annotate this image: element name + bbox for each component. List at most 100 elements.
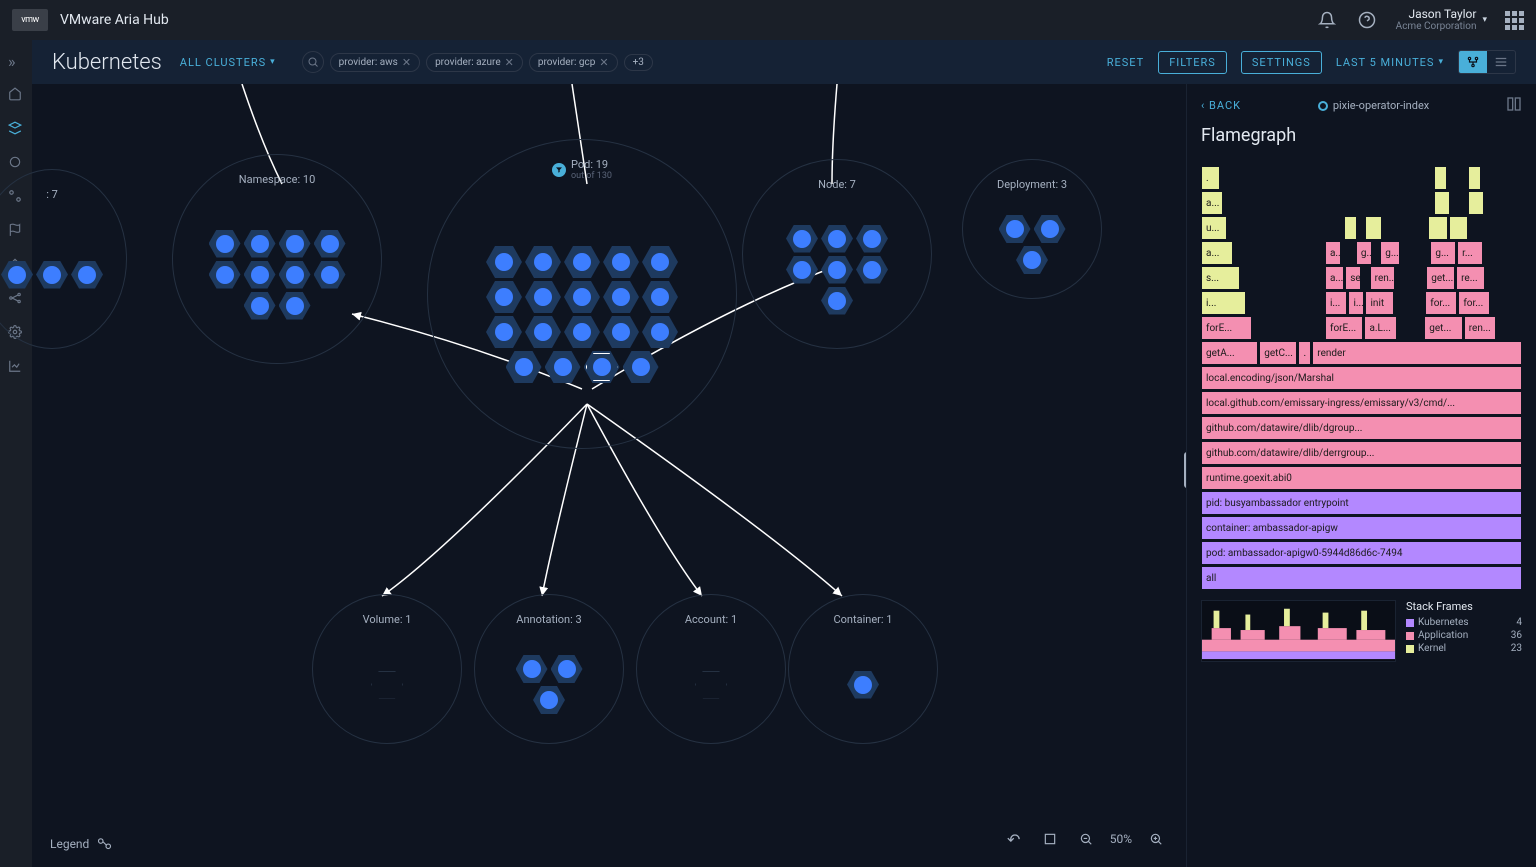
- flame-cell[interactable]: forE...: [1201, 316, 1252, 340]
- group-namespace[interactable]: Namespace: 10: [172, 154, 382, 364]
- flame-cell[interactable]: runtime.goexit.abi0: [1201, 466, 1522, 490]
- chevron-down-icon: ▾: [1482, 15, 1487, 25]
- flame-cell[interactable]: a...: [1201, 191, 1223, 215]
- flame-cell[interactable]: for...: [1458, 291, 1490, 315]
- user-menu[interactable]: Jason Taylor Acme Corporation ▾: [1396, 8, 1487, 32]
- filter-chip[interactable]: provider: aws✕: [330, 53, 420, 72]
- flame-cell[interactable]: g...: [1430, 241, 1456, 265]
- flame-cell[interactable]: g...: [1356, 241, 1372, 265]
- bell-icon[interactable]: [1316, 9, 1338, 31]
- filter-chip[interactable]: provider: azure✕: [426, 53, 523, 72]
- group-deployment[interactable]: Deployment: 3: [962, 159, 1102, 299]
- flame-cell[interactable]: i...: [1348, 291, 1364, 315]
- flame-cell[interactable]: u...: [1201, 216, 1227, 240]
- group-label: Pod: 19: [571, 158, 612, 171]
- close-icon[interactable]: ✕: [599, 56, 608, 69]
- flame-cell[interactable]: [1434, 191, 1450, 215]
- zoom-out-button[interactable]: [1074, 827, 1098, 851]
- group-label: Account: 1: [685, 613, 737, 626]
- filter-chip-more[interactable]: +3: [624, 54, 653, 71]
- group-annotation[interactable]: Annotation: 3: [474, 594, 624, 744]
- flame-cell[interactable]: se...: [1345, 266, 1361, 290]
- reset-button[interactable]: RESET: [1107, 56, 1144, 69]
- user-name: Jason Taylor: [1408, 8, 1476, 21]
- flame-cell[interactable]: g...: [1380, 241, 1399, 265]
- flame-cell[interactable]: ren...: [1370, 266, 1396, 290]
- zoom-in-button[interactable]: [1144, 827, 1168, 851]
- flame-cell[interactable]: a...: [1325, 241, 1341, 265]
- topology-canvas[interactable]: : 7 Namespace: 10 Pod: 19 out of 130: [32, 84, 1186, 867]
- fit-button[interactable]: [1038, 827, 1062, 851]
- close-icon[interactable]: ✕: [505, 56, 514, 69]
- flame-cell[interactable]: .: [1298, 341, 1311, 365]
- flame-cell[interactable]: ren...: [1464, 316, 1496, 340]
- flame-cell[interactable]: get...: [1426, 266, 1455, 290]
- flame-cell[interactable]: github.com/datawire/dlib/dgroup...: [1201, 416, 1522, 440]
- nav-home-icon[interactable]: [8, 86, 24, 102]
- group-container[interactable]: Container: 1: [788, 594, 938, 744]
- flame-cell[interactable]: for...: [1425, 291, 1457, 315]
- flame-cell[interactable]: s...: [1201, 266, 1240, 290]
- apps-icon[interactable]: [1505, 11, 1524, 30]
- filters-button[interactable]: FILTERS: [1158, 51, 1227, 74]
- view-graph-button[interactable]: [1459, 51, 1487, 73]
- help-icon[interactable]: [1356, 9, 1378, 31]
- flame-cell[interactable]: a...: [1201, 241, 1233, 265]
- nav-chart-icon[interactable]: [8, 358, 24, 374]
- flame-cell[interactable]: [1365, 216, 1381, 240]
- flame-cell[interactable]: [1468, 166, 1481, 190]
- flame-cell[interactable]: pid: busyambassador entrypoint: [1201, 491, 1522, 515]
- dot-icon: [1318, 101, 1328, 111]
- group-edge[interactable]: : 7: [0, 169, 127, 349]
- flame-cell[interactable]: r...: [1457, 241, 1483, 265]
- view-list-button[interactable]: [1487, 51, 1515, 73]
- flame-cell[interactable]: pod: ambassador-apigw0-5944d86d6c-7494: [1201, 541, 1522, 565]
- filter-icon[interactable]: [552, 163, 566, 177]
- flame-cell[interactable]: container: ambassador-apigw: [1201, 516, 1522, 540]
- nav-layers-icon[interactable]: [8, 120, 24, 136]
- nav-target-icon[interactable]: [8, 154, 24, 170]
- flame-cell[interactable]: init: [1365, 291, 1394, 315]
- flame-cell[interactable]: local.github.com/emissary-ingress/emissa…: [1201, 391, 1522, 415]
- flame-cell[interactable]: forE...: [1325, 316, 1364, 340]
- group-node[interactable]: Node: 7: [742, 159, 932, 349]
- close-icon[interactable]: ✕: [402, 56, 411, 69]
- search-icon[interactable]: [302, 51, 324, 73]
- undo-button[interactable]: ↶: [1002, 827, 1026, 851]
- group-account[interactable]: Account: 1: [636, 594, 786, 744]
- cluster-dropdown[interactable]: ALL CLUSTERS▾: [180, 56, 276, 69]
- layout-icon[interactable]: [1506, 96, 1522, 115]
- group-volume[interactable]: Volume: 1: [312, 594, 462, 744]
- nav-expand-icon[interactable]: »: [8, 52, 24, 68]
- flame-cell[interactable]: getA...: [1201, 341, 1258, 365]
- breadcrumb-item[interactable]: pixie-operator-index: [1318, 99, 1429, 112]
- time-dropdown[interactable]: LAST 5 MINUTES▾: [1336, 56, 1444, 69]
- page-title: Kubernetes: [52, 50, 162, 75]
- legend-toggle[interactable]: Legend: [50, 837, 115, 851]
- flame-cell[interactable]: a.L...: [1364, 316, 1396, 340]
- flame-cell[interactable]: [1428, 216, 1447, 240]
- legend-row: Kubernetes4: [1406, 617, 1522, 628]
- back-button[interactable]: ‹ BACK: [1201, 99, 1241, 112]
- flame-cell[interactable]: all: [1201, 566, 1522, 590]
- flame-cell[interactable]: get...: [1424, 316, 1463, 340]
- settings-button[interactable]: SETTINGS: [1241, 51, 1322, 74]
- flame-cell[interactable]: i...: [1201, 291, 1246, 315]
- flame-cell[interactable]: [1468, 191, 1484, 215]
- flame-cell[interactable]: [1449, 216, 1468, 240]
- flamegraph[interactable]: allpod: ambassador-apigw0-5944d86d6c-749…: [1201, 160, 1522, 590]
- flame-cell[interactable]: getC...: [1259, 341, 1297, 365]
- flame-cell[interactable]: local.encoding/json/Marshal: [1201, 366, 1522, 390]
- minimap[interactable]: [1201, 600, 1396, 662]
- flame-cell[interactable]: render: [1312, 341, 1522, 365]
- group-label: : 7: [46, 188, 58, 201]
- filter-chip[interactable]: provider: gcp✕: [529, 53, 618, 72]
- flame-cell[interactable]: .: [1201, 166, 1220, 190]
- flame-cell[interactable]: github.com/datawire/dlib/derrgroup...: [1201, 441, 1522, 465]
- flame-cell[interactable]: a...: [1325, 266, 1344, 290]
- flame-cell[interactable]: [1344, 216, 1357, 240]
- flame-cell[interactable]: re...: [1456, 266, 1485, 290]
- group-pod[interactable]: Pod: 19 out of 130: [427, 139, 737, 449]
- flame-cell[interactable]: i...: [1325, 291, 1347, 315]
- flame-cell[interactable]: [1434, 166, 1447, 190]
